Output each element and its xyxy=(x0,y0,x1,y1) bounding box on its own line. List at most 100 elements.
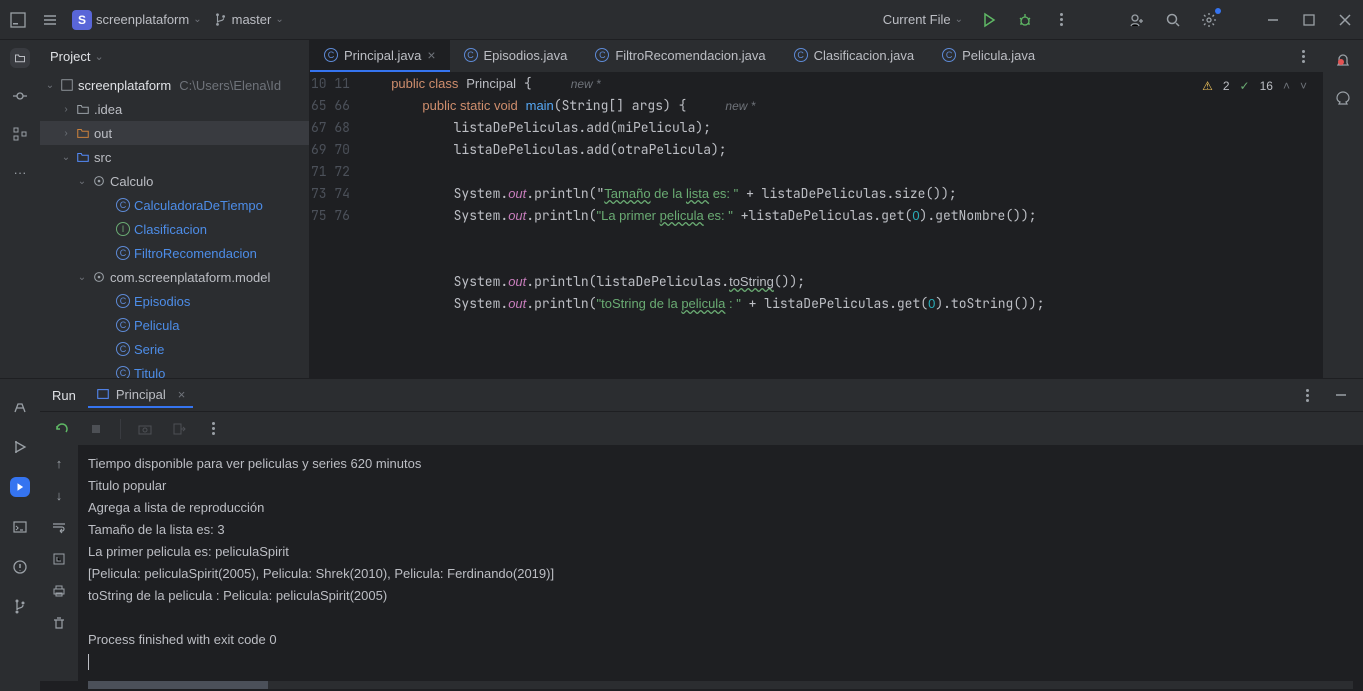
branch-icon xyxy=(214,13,228,27)
settings-icon[interactable] xyxy=(1199,10,1219,30)
tree-item[interactable]: CCalculadoraDeTiempo xyxy=(40,193,309,217)
run-tab-name: Principal xyxy=(116,387,166,402)
project-panel: Project ⌄ ⌄ screenplataform C:\Users\Ele… xyxy=(40,40,310,378)
structure-tool-button[interactable] xyxy=(10,124,30,144)
tab-label: Pelicula.java xyxy=(962,48,1035,63)
code-with-me-icon[interactable] xyxy=(1127,10,1147,30)
tree-item[interactable]: ⌄com.screenplataform.model xyxy=(40,265,309,289)
run-more-button[interactable] xyxy=(1297,385,1317,405)
line-gutter: 10 11 65 66 67 68 69 70 71 72 73 74 75 7… xyxy=(310,73,360,378)
hide-panel-button[interactable] xyxy=(1331,385,1351,405)
project-tree[interactable]: ⌄ screenplataform C:\Users\Elena\Id ›.id… xyxy=(40,73,309,378)
topbar-left: S screenplataform ⌄ master ⌄ xyxy=(8,10,284,30)
close-button[interactable] xyxy=(1335,10,1355,30)
scroll-up-icon[interactable]: ↑ xyxy=(49,453,69,473)
toolbar-more-button[interactable] xyxy=(203,419,223,439)
exit-button[interactable] xyxy=(169,419,189,439)
rerun-button[interactable] xyxy=(52,419,72,439)
chevron-down-icon: ⌄ xyxy=(44,80,56,91)
project-name: screenplataform xyxy=(96,12,189,27)
editor-tab[interactable]: C Pelicula.java xyxy=(928,40,1049,72)
editor-tab[interactable]: CClasificacion.java xyxy=(780,40,928,72)
tree-item[interactable]: CPelicula xyxy=(40,313,309,337)
tree-item[interactable]: ⌄src xyxy=(40,145,309,169)
nav-up-icon[interactable]: ˄ xyxy=(1283,79,1290,93)
close-icon[interactable]: × xyxy=(427,47,435,63)
tree-item[interactable]: ›out xyxy=(40,121,309,145)
editor-tabs: CPrincipal.java×CEpisodios.javaCFiltroRe… xyxy=(310,40,1323,73)
bottom-panel: Run Principal × ↑ ↓ xyxy=(0,378,1363,691)
run-header: Run Principal × xyxy=(40,379,1363,411)
run-title: Run xyxy=(52,388,76,403)
vcs-tool-button[interactable] xyxy=(10,597,30,617)
build-tool-button[interactable] xyxy=(10,397,30,417)
chevron-down-icon: ⌄ xyxy=(955,14,963,25)
print-icon[interactable] xyxy=(49,581,69,601)
maximize-button[interactable] xyxy=(1299,10,1319,30)
minimize-button[interactable] xyxy=(1263,10,1283,30)
commit-tool-button[interactable] xyxy=(10,86,30,106)
delete-icon[interactable] xyxy=(49,613,69,633)
soft-wrap-icon[interactable] xyxy=(49,517,69,537)
class-icon: C xyxy=(942,48,956,62)
class-icon: C xyxy=(324,48,338,62)
main-menu-icon[interactable] xyxy=(40,10,60,30)
scroll-to-end-icon[interactable] xyxy=(49,549,69,569)
problems-tool-button[interactable] xyxy=(10,557,30,577)
code-content[interactable]: public class Principal { new * public st… xyxy=(360,73,1323,378)
terminal-tool-button[interactable] xyxy=(10,517,30,537)
console-output[interactable]: Tiempo disponible para ver peliculas y s… xyxy=(78,445,1363,681)
editor-tab[interactable]: CFiltroRecomendacion.java xyxy=(581,40,779,72)
run-tab[interactable]: Principal × xyxy=(88,383,193,408)
console-gutter: ↑ ↓ xyxy=(40,445,78,681)
close-icon[interactable]: × xyxy=(178,387,186,402)
inspection-badges[interactable]: ⚠2 ✓16 ˄ ˅ xyxy=(1202,79,1307,93)
notifications-icon[interactable] xyxy=(1333,50,1353,70)
tree-item[interactable]: CFiltroRecomendacion xyxy=(40,241,309,265)
run-config-selector[interactable]: Current File ⌄ xyxy=(883,12,963,27)
tabs-more-button[interactable] xyxy=(1293,46,1313,66)
project-selector[interactable]: S screenplataform ⌄ xyxy=(72,10,202,30)
tree-item[interactable]: CTitulo xyxy=(40,361,309,378)
app-logo-icon[interactable] xyxy=(8,10,28,30)
scroll-down-icon[interactable]: ↓ xyxy=(49,485,69,505)
root-path: C:\Users\Elena\Id xyxy=(179,78,281,93)
class-icon: C xyxy=(464,48,478,62)
tree-root[interactable]: ⌄ screenplataform C:\Users\Elena\Id xyxy=(40,73,309,97)
tree-item[interactable]: CEpisodios xyxy=(40,289,309,313)
more-actions-button[interactable] xyxy=(1051,10,1071,30)
run-button[interactable] xyxy=(979,10,999,30)
services-tool-button[interactable] xyxy=(10,437,30,457)
run-panel: Run Principal × ↑ ↓ xyxy=(40,379,1363,691)
tree-item[interactable]: ›.idea xyxy=(40,97,309,121)
chevron-down-icon: ⌄ xyxy=(275,14,283,25)
root-name: screenplataform xyxy=(78,78,171,93)
bottom-left-toolbar xyxy=(0,379,40,691)
commit-count: 16 xyxy=(1260,79,1273,93)
right-toolbar xyxy=(1323,40,1363,378)
main-area: ··· Project ⌄ ⌄ screenplataform C:\Users… xyxy=(0,40,1363,378)
tree-item[interactable]: IClasificacion xyxy=(40,217,309,241)
project-tool-button[interactable] xyxy=(10,48,30,68)
tree-item[interactable]: CSerie xyxy=(40,337,309,361)
editor-body[interactable]: 10 11 65 66 67 68 69 70 71 72 73 74 75 7… xyxy=(310,73,1323,378)
run-toolbar xyxy=(40,411,1363,445)
scrollbar-thumb[interactable] xyxy=(88,681,268,689)
stop-button[interactable] xyxy=(86,419,106,439)
branch-selector[interactable]: master ⌄ xyxy=(214,12,284,27)
ai-assistant-icon[interactable] xyxy=(1333,88,1353,108)
editor-tab[interactable]: C Episodios.java xyxy=(450,40,582,72)
tab-label: Episodios.java xyxy=(484,48,568,63)
search-icon[interactable] xyxy=(1163,10,1183,30)
screenshot-button[interactable] xyxy=(135,419,155,439)
project-panel-header[interactable]: Project ⌄ xyxy=(40,40,309,73)
editor-tab[interactable]: CPrincipal.java× xyxy=(310,40,450,72)
horizontal-scrollbar[interactable] xyxy=(88,681,1353,689)
tab-label: FiltroRecomendacion.java xyxy=(615,48,765,63)
more-tool-button[interactable]: ··· xyxy=(10,162,30,182)
nav-down-icon[interactable]: ˅ xyxy=(1300,79,1307,93)
tree-item[interactable]: ⌄Calculo xyxy=(40,169,309,193)
debug-button[interactable] xyxy=(1015,10,1035,30)
run-app-icon xyxy=(96,387,110,401)
run-tool-button[interactable] xyxy=(10,477,30,497)
